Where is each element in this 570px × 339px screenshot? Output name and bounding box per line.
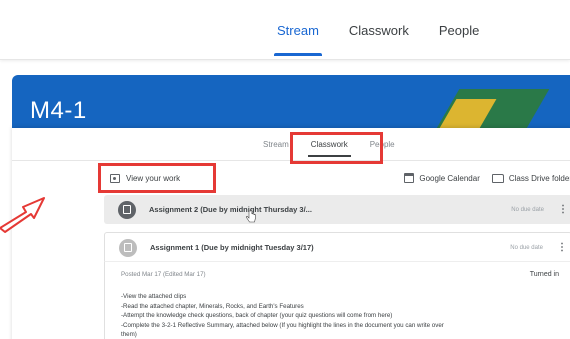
turned-in-status: Turned in	[529, 271, 559, 278]
annotation-arrow-icon	[0, 197, 45, 233]
classwork-screenshot: Stream Classwork People View your work G…	[12, 128, 570, 339]
assignment-icon	[118, 200, 136, 219]
class-banner: M4-1	[12, 75, 570, 135]
class-drive-folder-link[interactable]: Class Drive folder	[491, 173, 570, 183]
instruction-line: -Complete the 3-2-1 Reflective Summary, …	[121, 321, 444, 329]
instruction-line: -View the attached clips	[121, 293, 187, 300]
instructions: -View the attached clips -Read the attac…	[121, 292, 561, 339]
posted-date: Posted Mar 17 (Edited Mar 17)	[121, 271, 206, 278]
folder-icon	[491, 173, 504, 183]
more-options-icon[interactable]: ⋮	[555, 242, 569, 253]
assignment-title: Assignment 2 (Due by midnight Thursday 3…	[149, 205, 312, 214]
class-drive-folder-label: Class Drive folder	[508, 173, 570, 183]
tab-people[interactable]: People	[424, 0, 494, 60]
instruction-line: them)	[121, 331, 137, 338]
google-calendar-link[interactable]: Google Calendar	[404, 173, 480, 183]
calendar-icon	[404, 173, 415, 183]
hand-cursor-icon	[246, 210, 256, 223]
due-date: No due date	[511, 206, 544, 213]
highlight-box-classwork	[290, 132, 383, 164]
class-title: M4-1	[30, 97, 87, 124]
screenshot: Stream Classwork People M4-1 Stream Clas…	[0, 0, 570, 339]
tab-stream[interactable]: Stream	[262, 0, 334, 60]
tab-classwork[interactable]: Classwork	[334, 0, 424, 60]
classwork-links: Google Calendar Class Drive folder	[404, 168, 570, 188]
more-options-icon[interactable]: ⋮	[556, 204, 570, 215]
due-date: No due date	[510, 244, 543, 251]
assignment-row[interactable]: Assignment 1 (Due by midnight Tuesday 3/…	[104, 232, 570, 262]
instruction-line: -Read the attached chapter, Minerals, Ro…	[121, 302, 304, 310]
instruction-line: -Attempt the knowledge check questions, …	[121, 312, 393, 319]
assignment-details: Posted Mar 17 (Edited Mar 17) Turned in …	[104, 261, 570, 339]
highlight-box-view-work	[98, 163, 216, 193]
outer-tab-bar: Stream Classwork People	[262, 0, 494, 60]
google-calendar-label: Google Calendar	[419, 173, 480, 183]
assignment-icon	[119, 238, 137, 257]
assignment-title: Assignment 1 (Due by midnight Tuesday 3/…	[150, 243, 314, 252]
assignment-row[interactable]: Assignment 2 (Due by midnight Thursday 3…	[104, 195, 570, 224]
outer-top-bar: Stream Classwork People	[0, 0, 570, 60]
